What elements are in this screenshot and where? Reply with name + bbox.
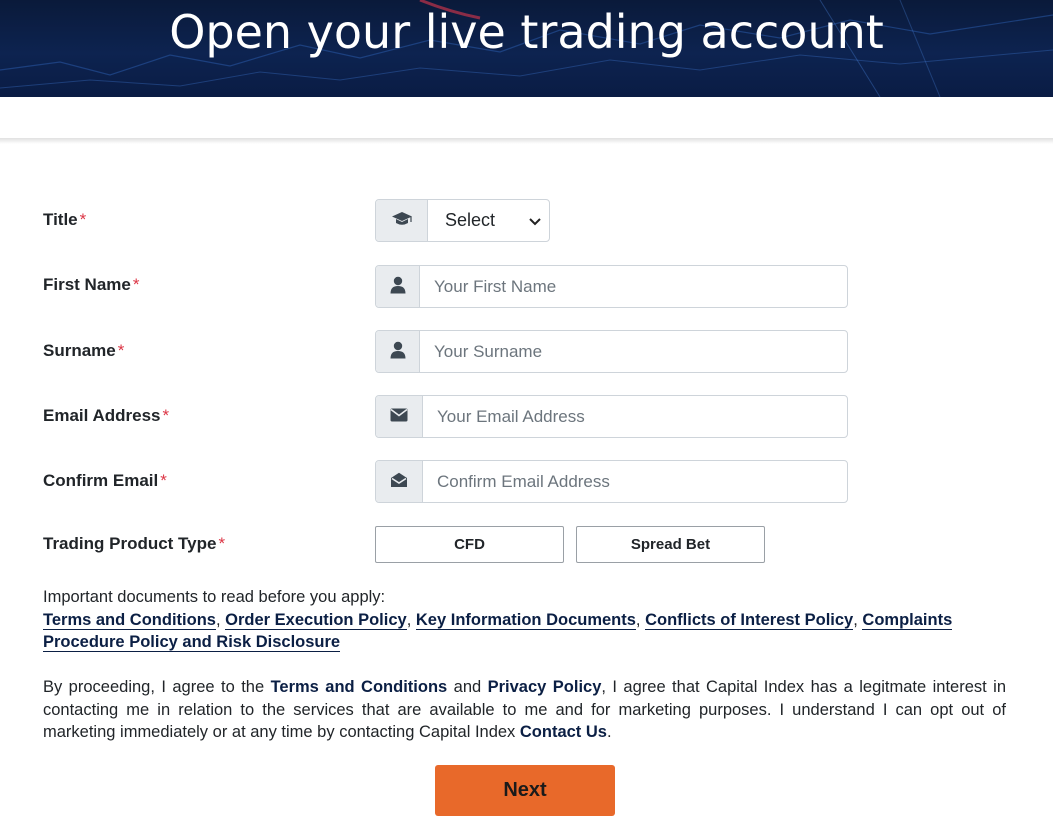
conflicts-policy-link[interactable]: Conflicts of Interest Policy <box>645 610 854 630</box>
title-select[interactable]: Select <box>428 200 549 241</box>
privacy-policy-link[interactable]: Privacy Policy <box>488 678 602 696</box>
separator: , <box>406 610 412 629</box>
next-button[interactable]: Next <box>435 765 615 816</box>
email-label: Email Address * <box>43 406 169 426</box>
title-select-value: Select <box>445 210 496 230</box>
documents-section: Important documents to read before you a… <box>43 586 1006 654</box>
section-divider <box>0 138 1053 144</box>
title-addon <box>376 200 428 241</box>
confirm-email-input[interactable] <box>423 461 847 502</box>
page-title: Open your live trading account <box>169 5 884 59</box>
required-mark: * <box>218 534 226 553</box>
user-icon <box>390 276 406 298</box>
consent-part: and <box>447 678 488 696</box>
required-mark: * <box>162 406 170 425</box>
documents-links: Terms and Conditions, Order Execution Po… <box>43 609 1006 654</box>
chevron-down-icon <box>529 210 541 231</box>
confirm-email-label-text: Confirm Email <box>43 471 159 490</box>
contact-us-link[interactable]: Contact Us <box>520 723 607 741</box>
confirm-email-addon <box>376 461 423 502</box>
hero-banner: Open your live trading account <box>0 0 1053 97</box>
order-execution-link[interactable]: Order Execution Policy <box>225 610 407 630</box>
email-label-text: Email Address <box>43 406 161 425</box>
surname-group <box>375 330 848 373</box>
first-name-input[interactable] <box>420 266 847 307</box>
surname-input[interactable] <box>420 331 847 372</box>
title-label: Title * <box>43 210 86 230</box>
first-name-addon <box>376 266 420 307</box>
envelope-icon <box>390 407 408 426</box>
required-mark: * <box>117 341 125 360</box>
consent-part: By proceeding, I agree to the <box>43 678 271 696</box>
user-icon <box>390 341 406 363</box>
terms-conditions-link[interactable]: Terms and Conditions <box>43 610 216 630</box>
separator: , <box>853 610 858 629</box>
separator: , <box>635 610 641 629</box>
cfd-button[interactable]: CFD <box>375 526 564 563</box>
title-select-group[interactable]: Select <box>375 199 550 242</box>
email-input[interactable] <box>423 396 847 437</box>
email-addon <box>376 396 423 437</box>
surname-addon <box>376 331 420 372</box>
required-mark: * <box>132 275 140 294</box>
email-group <box>375 395 848 438</box>
confirm-email-label: Confirm Email * <box>43 471 167 491</box>
trading-product-label-text: Trading Product Type <box>43 534 217 553</box>
surname-label-text: Surname <box>43 341 116 360</box>
consent-part: . <box>606 723 612 741</box>
terms-link[interactable]: Terms and Conditions <box>271 678 448 696</box>
consent-text: By proceeding, I agree to the Terms and … <box>43 676 1006 744</box>
confirm-email-group <box>375 460 848 503</box>
separator: , <box>215 610 221 629</box>
first-name-label: First Name * <box>43 275 140 295</box>
spread-bet-button[interactable]: Spread Bet <box>576 526 765 563</box>
first-name-label-text: First Name <box>43 275 131 294</box>
required-mark: * <box>79 210 87 229</box>
first-name-group <box>375 265 848 308</box>
envelope-open-icon <box>390 472 408 492</box>
graduation-cap-icon <box>391 211 413 231</box>
surname-label: Surname * <box>43 341 124 361</box>
trading-product-label: Trading Product Type * <box>43 534 225 554</box>
required-mark: * <box>160 471 167 490</box>
key-information-link[interactable]: Key Information Documents <box>415 610 636 630</box>
documents-intro: Important documents to read before you a… <box>43 588 386 606</box>
title-label-text: Title <box>43 210 78 229</box>
